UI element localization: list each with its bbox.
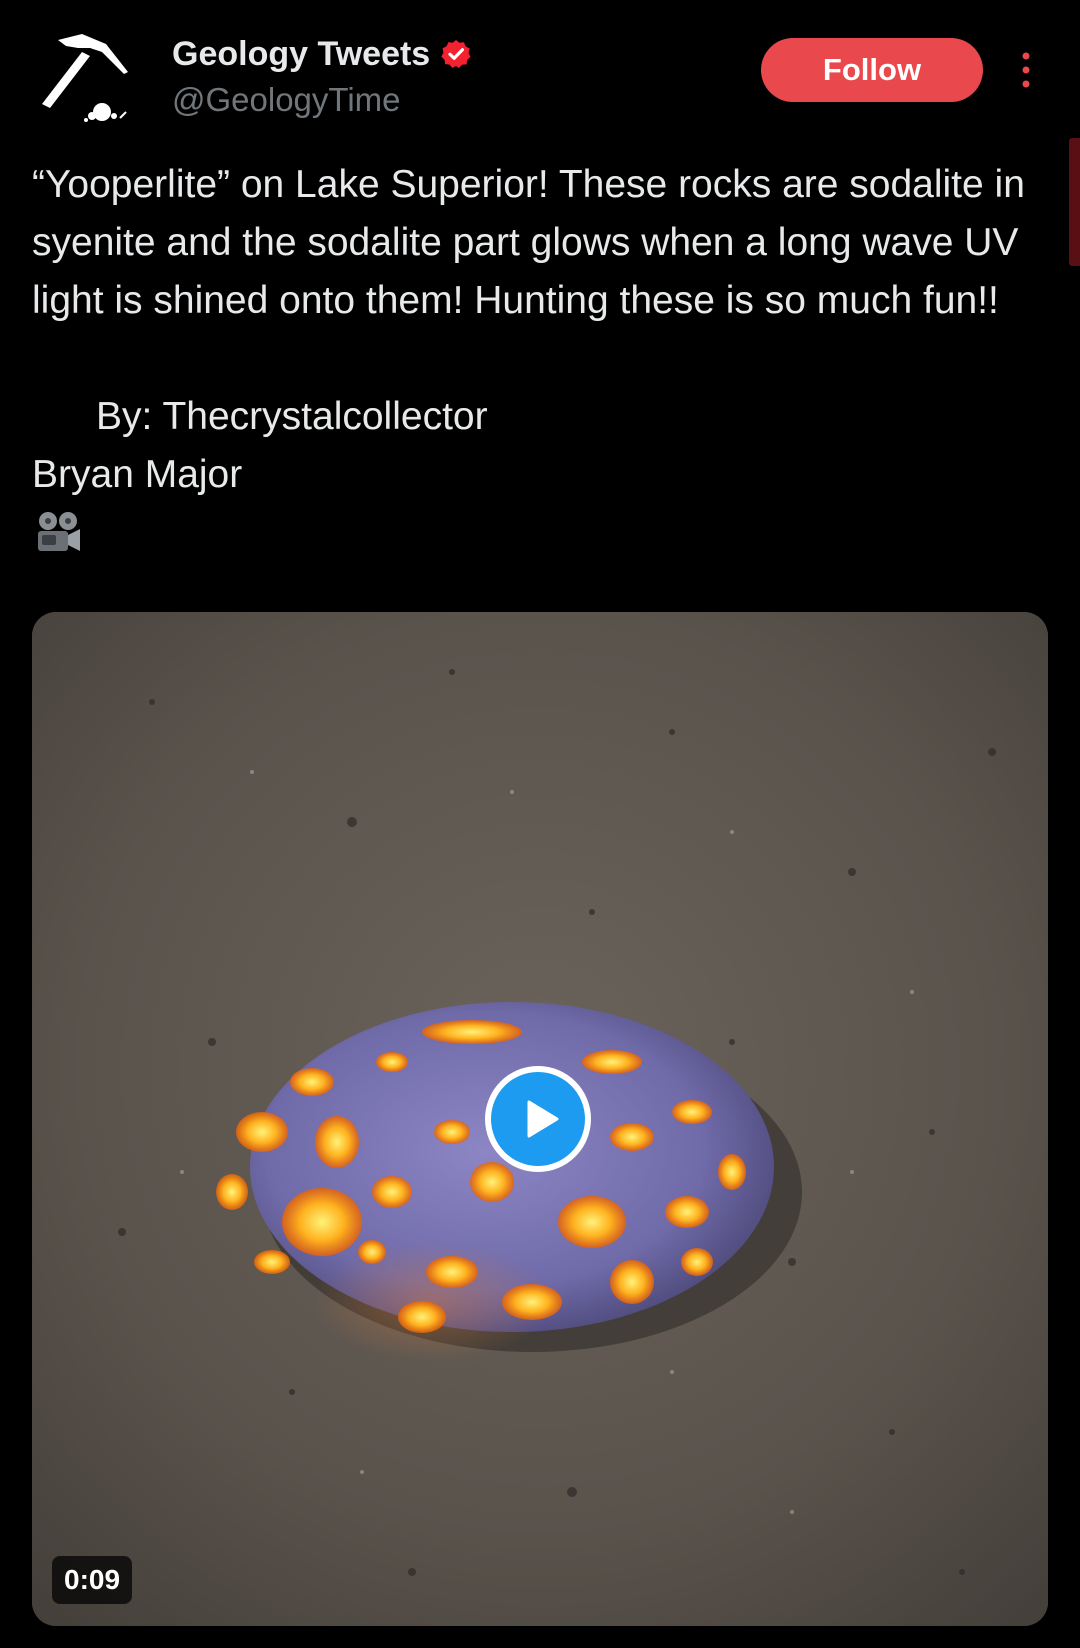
display-name[interactable]: Geology Tweets <box>172 34 430 74</box>
more-vertical-icon <box>1022 52 1030 88</box>
avatar[interactable] <box>32 26 144 138</box>
play-button[interactable] <box>485 1066 591 1172</box>
tweet-credit-name: Bryan Major <box>32 453 243 496</box>
follow-button[interactable]: Follow <box>761 38 983 102</box>
tweet-credit-line: By: Thecrystalcollector <box>32 388 1032 551</box>
more-options-button[interactable] <box>1010 46 1042 94</box>
tweet-header: Geology Tweets @GeologyTime Follow <box>0 0 1080 140</box>
tweet-blank-line <box>32 330 1032 388</box>
name-row: Geology Tweets <box>172 34 472 74</box>
scroll-indicator[interactable] <box>1069 138 1080 266</box>
video-duration: 0:09 <box>52 1556 133 1604</box>
tweet-body: “Yooperlite” on Lake Superior! These roc… <box>32 163 1036 322</box>
play-icon <box>527 1100 559 1138</box>
tweet-text: “Yooperlite” on Lake Superior! These roc… <box>32 156 1036 551</box>
film-projector-icon <box>32 393 84 551</box>
verified-badge-icon <box>441 40 471 68</box>
rock-hammer-icon <box>32 26 144 138</box>
account-handle[interactable]: @GeologyTime <box>172 80 401 120</box>
tweet-credit: By: Thecrystalcollector <box>96 395 488 438</box>
video-player[interactable]: 0:09 <box>32 612 1048 1626</box>
play-button-inner <box>491 1072 585 1166</box>
